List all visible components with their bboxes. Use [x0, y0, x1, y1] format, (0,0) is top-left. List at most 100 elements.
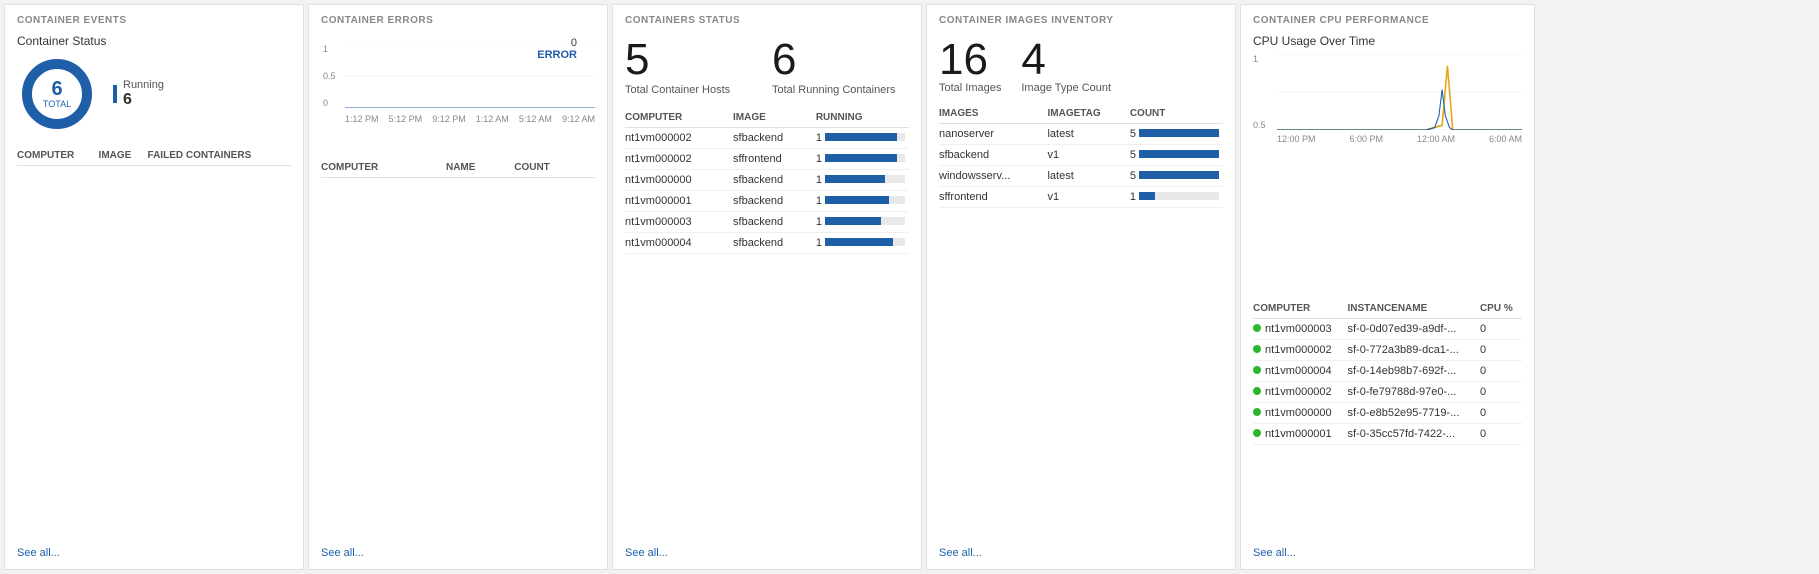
cpu-row-instance: sf-0-772a3b89-dca1-... [1347, 339, 1479, 360]
events-table-section: COMPUTER IMAGE FAILED CONTAINERS [17, 146, 291, 539]
cpu-row-instance: sf-0-14eb98b7-692f-... [1347, 360, 1479, 381]
inv-row-image: nanoserver [939, 124, 1047, 145]
status-table-row: nt1vm000003 sfbackend 1 [625, 212, 909, 233]
inv-row-tag: latest [1047, 124, 1129, 145]
status-table-row: nt1vm000001 sfbackend 1 [625, 191, 909, 212]
cpu-row-instance: sf-0-0d07ed39-a9df-... [1347, 318, 1479, 339]
inventory-stat2-desc: Image Type Count [1021, 82, 1111, 94]
inventory-table: IMAGES IMAGETAG COUNT nanoserver latest … [939, 104, 1223, 208]
x-label-4: 5:12 AM [519, 114, 552, 124]
status-stat1: 5 Total Container Hosts [625, 38, 762, 96]
status-row-running: 1 [816, 212, 909, 233]
status-row-computer: nt1vm000004 [625, 233, 733, 254]
donut-legend: Running 6 [113, 79, 164, 109]
inv-col-count: COUNT [1130, 104, 1223, 124]
inventory-stat2-num: 4 [1021, 38, 1111, 82]
cpu-chart-title: CPU Usage Over Time [1253, 34, 1522, 48]
status-col-computer: COMPUTER [625, 108, 733, 128]
errors-y-labels: 1 0.5 0 [321, 44, 336, 108]
status-col-running: RUNNING [816, 108, 909, 128]
errors-mini-chart: 1 0.5 0 1:12 PM 5:12 PM 9:1 [321, 44, 595, 124]
events-subtitle: Container Status [17, 34, 291, 48]
cpu-col-instance: INSTANCENAME [1347, 299, 1479, 319]
cpu-table-row: nt1vm000002 sf-0-fe79788d-97e0-... 0 [1253, 381, 1522, 402]
inv-row-image: sfbackend [939, 145, 1047, 166]
donut-chart: 6 TOTAL [17, 54, 97, 134]
cpu-performance-panel: CONTAINER CPU PERFORMANCE CPU Usage Over… [1240, 4, 1535, 570]
inventory-table-row: sffrontend v1 1 [939, 187, 1223, 208]
status-stat1-num: 5 [625, 38, 762, 82]
status-row-computer: nt1vm000002 [625, 149, 733, 170]
cpu-x-label-2: 12:00 AM [1417, 134, 1455, 144]
inv-row-tag: v1 [1047, 187, 1129, 208]
events-table: COMPUTER IMAGE FAILED CONTAINERS [17, 146, 291, 166]
cpu-table: COMPUTER INSTANCENAME CPU % nt1vm000003 … [1253, 299, 1522, 445]
cpu-panel-title: CONTAINER CPU PERFORMANCE [1253, 15, 1522, 26]
inv-row-tag: latest [1047, 166, 1129, 187]
errors-chart-area [345, 44, 595, 108]
status-table-row: nt1vm000002 sfbackend 1 [625, 128, 909, 149]
status-stat1-desc: Total Container Hosts [625, 84, 762, 96]
cpu-col-cpu: CPU % [1480, 299, 1522, 319]
errors-col-name: NAME [446, 158, 514, 178]
inv-row-count: 1 [1130, 187, 1223, 208]
status-row-running: 1 [816, 191, 909, 212]
container-errors-panel: CONTAINER ERRORS 0 ERROR 1 0.5 0 [308, 4, 608, 570]
status-see-all[interactable]: See all... [625, 539, 909, 559]
cpu-table-row: nt1vm000000 sf-0-e8b52e95-7719-... 0 [1253, 402, 1522, 423]
green-status-dot [1253, 429, 1261, 437]
status-table-row: nt1vm000002 sffrontend 1 [625, 149, 909, 170]
status-table: COMPUTER IMAGE RUNNING nt1vm000002 sfbac… [625, 108, 909, 254]
status-row-computer: nt1vm000003 [625, 212, 733, 233]
x-label-5: 9:12 AM [562, 114, 595, 124]
cpu-x-label-3: 6:00 AM [1489, 134, 1522, 144]
status-table-row: nt1vm000000 sfbackend 1 [625, 170, 909, 191]
inventory-panel: CONTAINER IMAGES INVENTORY 16 Total Imag… [926, 4, 1236, 570]
cpu-row-computer: nt1vm000002 [1253, 381, 1347, 402]
green-status-dot [1253, 324, 1261, 332]
cpu-see-all[interactable]: See all... [1253, 539, 1522, 559]
cpu-row-cpu: 0 [1480, 339, 1522, 360]
cpu-y-label-1: 1 [1253, 54, 1275, 64]
inv-row-count: 5 [1130, 124, 1223, 145]
status-row-image: sfbackend [733, 170, 816, 191]
inv-row-image: sffrontend [939, 187, 1047, 208]
inventory-stat1: 16 Total Images [939, 38, 1001, 94]
status-row-computer: nt1vm000001 [625, 191, 733, 212]
errors-see-all[interactable]: See all... [321, 539, 595, 559]
green-status-dot [1253, 387, 1261, 395]
y-label-0: 0 [323, 98, 336, 108]
cpu-row-cpu: 0 [1480, 360, 1522, 381]
events-donut-section: 6 TOTAL Running 6 [17, 54, 291, 134]
status-row-computer: nt1vm000000 [625, 170, 733, 191]
inv-col-imagetag: IMAGETAG [1047, 104, 1129, 124]
green-status-dot [1253, 408, 1261, 416]
cpu-row-computer: nt1vm000004 [1253, 360, 1347, 381]
x-label-0: 1:12 PM [345, 114, 379, 124]
inventory-table-row: nanoserver latest 5 [939, 124, 1223, 145]
legend-label: Running [123, 79, 164, 91]
status-table-section: COMPUTER IMAGE RUNNING nt1vm000002 sfbac… [625, 108, 909, 539]
cpu-row-computer: nt1vm000001 [1253, 423, 1347, 444]
container-events-panel: CONTAINER EVENTS Container Status 6 TOTA… [4, 4, 304, 570]
status-row-running: 1 [816, 128, 909, 149]
green-status-dot [1253, 345, 1261, 353]
events-see-all[interactable]: See all... [17, 539, 291, 559]
status-table-row: nt1vm000004 sfbackend 1 [625, 233, 909, 254]
inventory-stat1-num: 16 [939, 38, 1001, 82]
inventory-table-section: IMAGES IMAGETAG COUNT nanoserver latest … [939, 104, 1223, 539]
status-row-computer: nt1vm000002 [625, 128, 733, 149]
events-col-image: IMAGE [99, 146, 148, 166]
cpu-table-section: COMPUTER INSTANCENAME CPU % nt1vm000003 … [1253, 299, 1522, 540]
status-col-image: IMAGE [733, 108, 816, 128]
cpu-row-cpu: 0 [1480, 381, 1522, 402]
cpu-row-computer: nt1vm000003 [1253, 318, 1347, 339]
legend-text: Running 6 [123, 79, 164, 109]
inventory-see-all[interactable]: See all... [939, 539, 1223, 559]
donut-label: TOTAL [43, 99, 71, 109]
status-row-running: 1 [816, 233, 909, 254]
green-status-dot [1253, 366, 1261, 374]
cpu-table-row: nt1vm000001 sf-0-35cc57fd-7422-... 0 [1253, 423, 1522, 444]
cpu-table-row: nt1vm000002 sf-0-772a3b89-dca1-... 0 [1253, 339, 1522, 360]
legend-value: 6 [123, 91, 164, 109]
